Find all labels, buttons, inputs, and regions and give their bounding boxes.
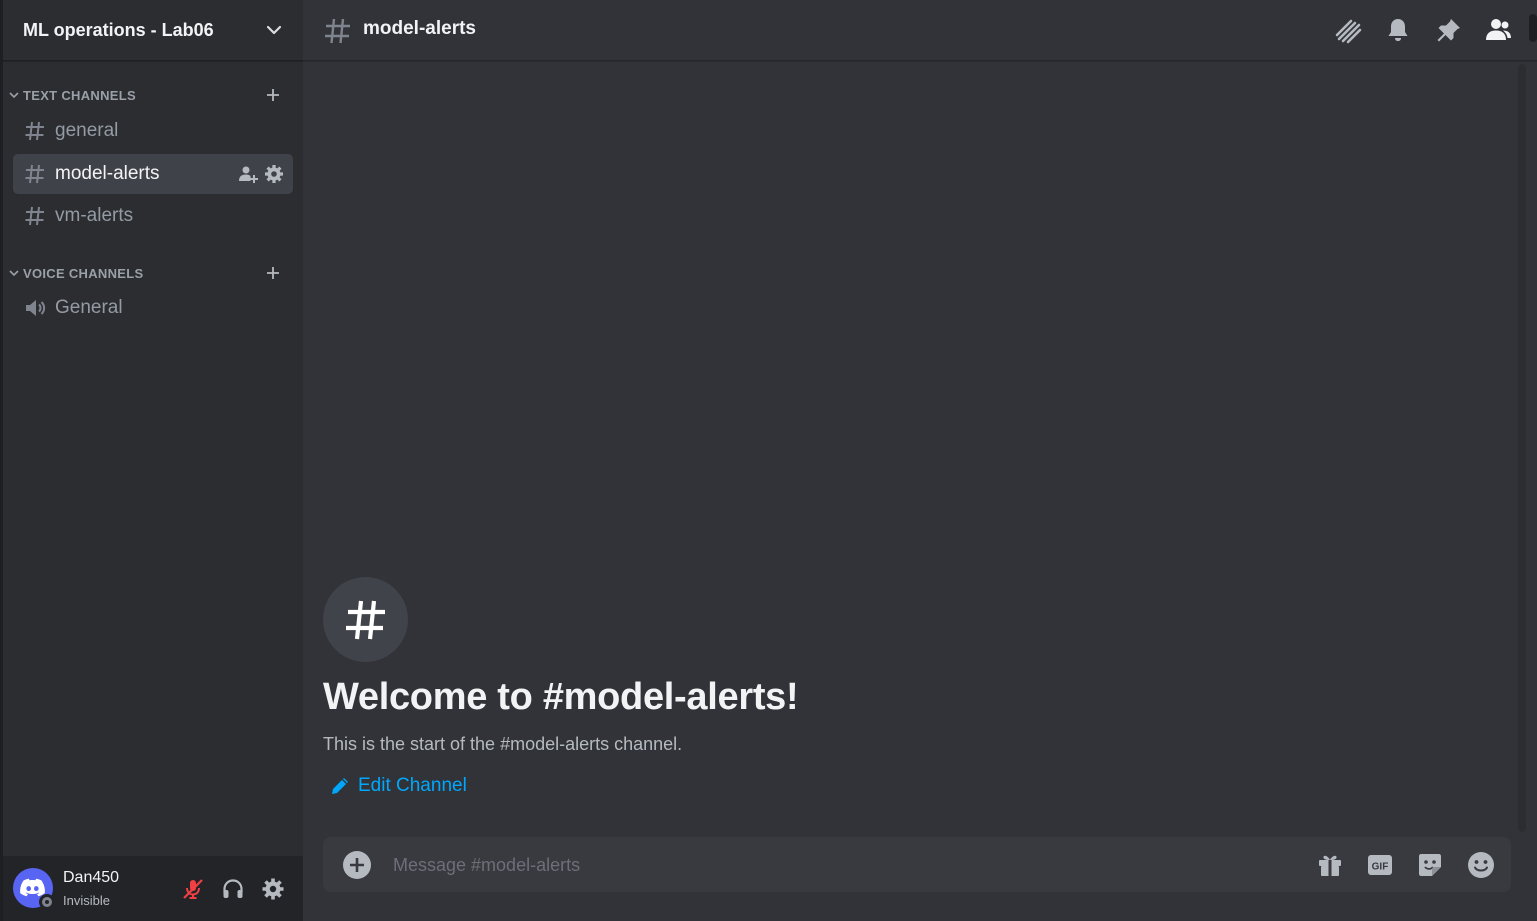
category-text-channels[interactable]: TEXT CHANNELS — [3, 85, 303, 105]
channel-label: vm-alerts — [55, 205, 134, 226]
svg-text:GIF: GIF — [1372, 862, 1389, 873]
hashtag-icon — [23, 162, 47, 186]
message-composer: GIF — [323, 837, 1511, 892]
create-invite-icon[interactable] — [237, 163, 259, 185]
messages-scrollbar[interactable] — [1518, 64, 1526, 832]
channel-hashtag-badge — [323, 577, 408, 662]
chevron-down-icon — [9, 270, 19, 277]
category-label: TEXT CHANNELS — [23, 87, 136, 103]
status-invisible-indicator — [39, 894, 55, 910]
muted-microphone-icon[interactable] — [180, 876, 206, 902]
user-settings-gear-icon[interactable] — [260, 876, 286, 902]
channel-label: model-alerts — [55, 163, 160, 184]
pencil-icon — [332, 778, 348, 794]
edit-channel-gear-icon[interactable] — [263, 163, 285, 185]
sticker-icon[interactable] — [1414, 849, 1446, 881]
hashtag-icon — [23, 119, 47, 143]
channel-general[interactable]: general — [13, 111, 293, 151]
username: Dan450 — [63, 869, 120, 886]
gif-icon[interactable]: GIF — [1364, 849, 1396, 881]
channel-title: model-alerts — [363, 18, 476, 39]
headphones-icon[interactable] — [220, 876, 246, 902]
hashtag-icon — [325, 18, 350, 44]
threads-icon[interactable] — [1332, 14, 1364, 46]
emoji-icon[interactable] — [1465, 849, 1497, 881]
voice-channel-general[interactable]: General — [13, 288, 293, 328]
channel-model-alerts[interactable]: model-alerts — [13, 154, 293, 194]
user-panel: Dan450 Invisible — [3, 856, 303, 921]
category-voice-channels[interactable]: VOICE CHANNELS — [3, 263, 303, 283]
welcome-title: Welcome to #model-alerts! — [323, 676, 799, 718]
channel-label: general — [55, 120, 119, 141]
pin-icon[interactable] — [1433, 14, 1465, 46]
channel-vm-alerts[interactable]: vm-alerts — [13, 196, 293, 236]
message-input[interactable] — [393, 849, 1273, 881]
channel-label: General — [55, 297, 123, 318]
channel-header: model-alerts — [303, 0, 1537, 61]
category-label: VOICE CHANNELS — [23, 265, 144, 281]
create-channel-plus-icon[interactable] — [263, 263, 283, 283]
server-header[interactable]: ML operations - Lab06 — [3, 0, 303, 61]
hashtag-icon — [345, 600, 385, 639]
header-scroll-indicator — [1529, 14, 1537, 42]
upload-plus-icon[interactable] — [342, 850, 372, 880]
user-status: Invisible — [63, 893, 110, 908]
speaker-icon — [23, 296, 47, 320]
welcome-subtitle: This is the start of the #model-alerts c… — [323, 734, 683, 754]
server-name: ML operations - Lab06 — [23, 19, 214, 40]
chevron-down-icon — [9, 92, 19, 99]
hashtag-icon — [23, 204, 47, 228]
edit-channel-label: Edit Channel — [358, 775, 467, 796]
channel-sidebar: ML operations - Lab06 TEXT CHANNELS gene… — [0, 0, 303, 921]
gift-icon[interactable] — [1314, 849, 1346, 881]
edit-channel-link[interactable]: Edit Channel — [330, 775, 467, 797]
chevron-down-icon[interactable] — [265, 21, 283, 39]
notification-bell-icon[interactable] — [1382, 14, 1414, 46]
member-list-icon[interactable] — [1482, 14, 1514, 46]
create-channel-plus-icon[interactable] — [263, 85, 283, 105]
